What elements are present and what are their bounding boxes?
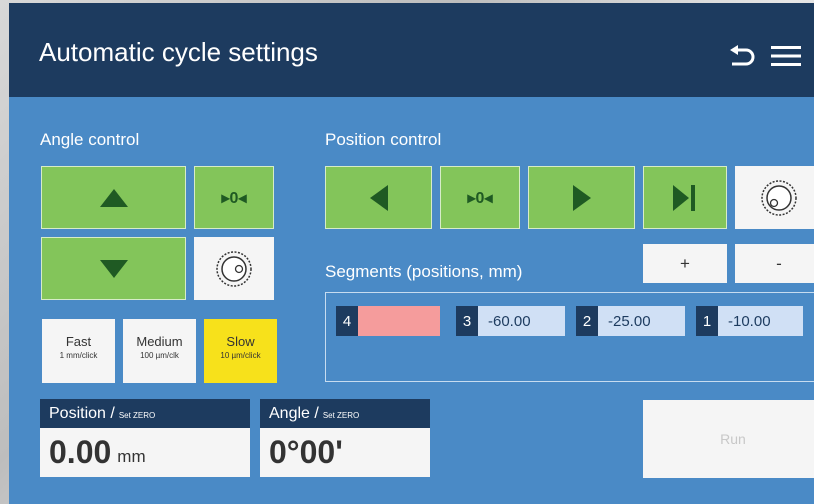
position-knob-button[interactable] (735, 166, 814, 229)
speed-fast-button[interactable]: Fast 1 mm/click (42, 319, 115, 383)
segments-list: 4 3 -60.00 2 -25.00 1 -10.00 (325, 292, 814, 382)
hamburger-menu-icon[interactable] (771, 45, 801, 72)
triangle-right-icon (572, 184, 591, 211)
angle-up-button[interactable] (41, 166, 186, 229)
segment-item[interactable]: 1 -10.00 (696, 306, 803, 336)
position-zero-button[interactable]: ▸0◂ (440, 166, 520, 229)
angle-readout-body: 0°00' (260, 428, 430, 477)
position-right-button[interactable] (528, 166, 635, 229)
angle-readout: Angle / Set ZERO 0°00' (260, 399, 430, 477)
angle-zero-button[interactable]: ▸0◂ (194, 166, 274, 229)
angle-down-button[interactable] (41, 237, 186, 300)
add-segment-button[interactable]: + (643, 244, 727, 283)
remove-segment-label: - (776, 253, 782, 273)
undo-arrow-icon[interactable] (728, 45, 756, 72)
segments-label: Segments (positions, mm) (325, 262, 523, 281)
speed-fast-detail: 1 mm/click (59, 351, 98, 360)
position-readout-title: Position / (49, 404, 115, 422)
set-zero-link[interactable]: Set ZERO (323, 411, 359, 420)
remove-segment-button[interactable]: - (735, 244, 814, 283)
segment-item[interactable]: 4 (336, 306, 440, 336)
segment-item[interactable]: 2 -25.00 (576, 306, 685, 336)
speed-fast-label: Fast (65, 334, 92, 349)
segment-value: -25.00 (598, 306, 685, 336)
triangle-up-icon (99, 188, 128, 207)
set-zero-link[interactable]: Set ZERO (119, 411, 155, 420)
segment-value: -10.00 (718, 306, 803, 336)
segment-value (358, 306, 440, 336)
position-readout-header[interactable]: Position / Set ZERO (40, 399, 250, 428)
segment-index: 2 (576, 306, 598, 336)
position-left-button[interactable] (325, 166, 432, 229)
app-window: Automatic cycle settings Angle control ▸… (9, 3, 814, 504)
angle-readout-title: Angle / (269, 404, 319, 422)
title-bar: Automatic cycle settings (9, 3, 814, 97)
page-title: Automatic cycle settings (39, 37, 318, 67)
zero-center-label: ▸0◂ (221, 189, 247, 207)
segment-index: 3 (456, 306, 478, 336)
speed-slow-button[interactable]: Slow 10 µm/click (204, 319, 277, 383)
angle-knob-button[interactable] (194, 237, 274, 300)
position-value: 0.00 (49, 434, 112, 470)
angle-readout-header[interactable]: Angle / Set ZERO (260, 399, 430, 428)
angle-value: 0°00' (269, 434, 343, 470)
speed-slow-detail: 10 µm/click (220, 351, 261, 360)
zero-center-label: ▸0◂ (467, 189, 493, 207)
speed-medium-detail: 100 µm/clk (140, 351, 179, 360)
angle-control-label: Angle control (40, 130, 140, 149)
knob-dial-icon (216, 250, 252, 287)
speed-slow-label: Slow (226, 334, 255, 349)
segment-item[interactable]: 3 -60.00 (456, 306, 565, 336)
triangle-left-icon (369, 184, 388, 211)
position-control-label: Position control (325, 130, 442, 149)
speed-medium-button[interactable]: Medium 100 µm/clk (123, 319, 196, 383)
skip-to-end-icon (673, 184, 695, 211)
position-unit: mm (117, 447, 146, 466)
triangle-down-icon (99, 259, 128, 278)
speed-medium-label: Medium (136, 334, 183, 349)
add-segment-label: + (680, 253, 690, 273)
position-end-button[interactable] (643, 166, 727, 229)
run-button[interactable]: Run (643, 400, 814, 478)
segment-index: 1 (696, 306, 718, 336)
segment-value: -60.00 (478, 306, 565, 336)
segment-index: 4 (336, 306, 358, 336)
knob-dial-icon (761, 179, 797, 216)
position-readout: Position / Set ZERO 0.00 mm (40, 399, 250, 477)
position-readout-body: 0.00 mm (40, 428, 250, 477)
